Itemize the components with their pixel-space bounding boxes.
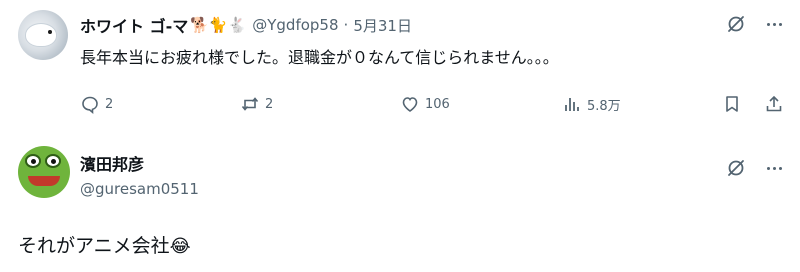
heart-icon	[402, 97, 418, 112]
reply-icon	[82, 96, 98, 114]
bookmark-icon	[726, 96, 738, 112]
views-button[interactable]: 5.8万	[562, 92, 621, 116]
separator-dot: ·	[343, 16, 349, 34]
avatar[interactable]	[18, 146, 70, 198]
avatar-eye	[48, 30, 52, 34]
like-button[interactable]: 106	[400, 92, 450, 116]
avatar-frog-eye-left	[25, 154, 41, 168]
repost-count: 2	[265, 96, 274, 112]
tweet-second[interactable]: 濱田邦彦 @guresam0511 それがアニメ会社😂	[0, 136, 800, 272]
view-count: 5.8万	[587, 98, 621, 114]
avatar-bird-shape	[26, 24, 56, 46]
tweet-date[interactable]: 5月31日	[353, 15, 412, 36]
like-count: 106	[425, 96, 450, 112]
repost-button[interactable]: 2	[240, 92, 273, 116]
tweet-text: それがアニメ会社😂	[18, 231, 191, 258]
tweet-top-icons	[726, 14, 784, 34]
tweet-header: ホワイト ゴ-マ 🐕🐈🐇 @Ygdfop58 · 5月31日	[80, 13, 412, 37]
more-icon[interactable]	[764, 14, 784, 34]
tweet-text: 長年本当にお疲れ様でした。退職金が０なんて信じられません。。。	[80, 48, 559, 67]
views-icon	[565, 98, 579, 111]
avatar-frog-mouth	[28, 176, 60, 186]
grok-icon[interactable]	[726, 14, 746, 34]
display-name[interactable]: ホワイト ゴ-マ	[80, 13, 188, 37]
grok-icon[interactable]	[726, 158, 746, 178]
repost-icon	[241, 97, 259, 111]
reply-count: 2	[105, 96, 114, 112]
bookmark-button[interactable]	[722, 92, 742, 116]
more-icon[interactable]	[764, 158, 784, 178]
user-handle[interactable]: @guresam0511	[80, 180, 199, 198]
laughing-emoji: 😂	[169, 236, 191, 257]
tweet-first[interactable]: ホワイト ゴ-マ 🐕🐈🐇 @Ygdfop58 · 5月31日 長年本当にお疲れ様…	[0, 0, 800, 132]
reply-button[interactable]: 2	[80, 92, 113, 116]
share-button[interactable]	[764, 92, 784, 116]
avatar[interactable]	[18, 10, 68, 60]
avatar-frog-eye-right	[45, 154, 61, 168]
user-handle[interactable]: @Ygdfop58	[252, 16, 338, 34]
tweet-text-content: それがアニメ会社	[18, 235, 170, 257]
tweet-top-icons	[726, 158, 784, 178]
tweet-actions: 2 2 106 5.8万	[80, 92, 792, 116]
name-emojis: 🐕🐈🐇	[190, 16, 247, 34]
display-name[interactable]: 濱田邦彦	[80, 151, 144, 175]
share-icon	[766, 95, 782, 112]
